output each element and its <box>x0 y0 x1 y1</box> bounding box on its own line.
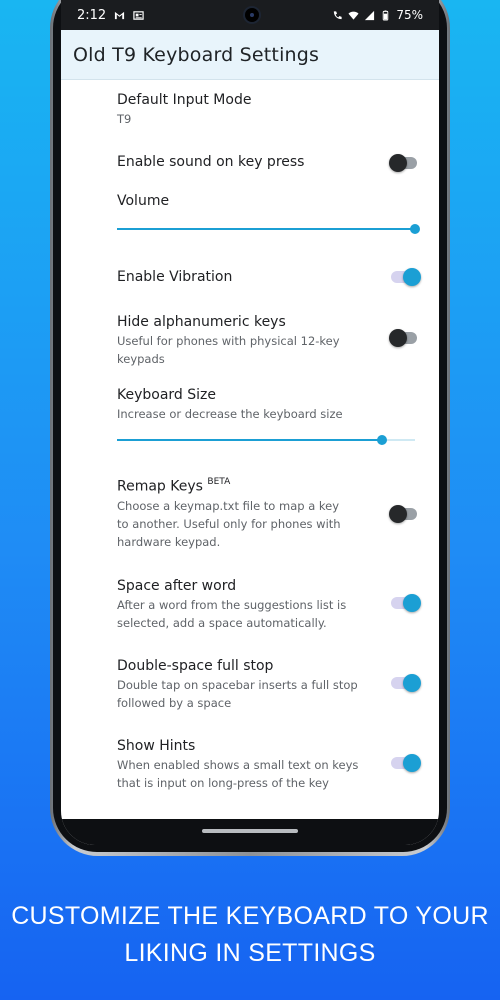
summary-line: to another. Useful only for phones with <box>117 516 341 531</box>
status-bar: 2:12 75% <box>61 0 439 30</box>
pref-summary: Increase or decrease the keyboard size <box>117 407 343 421</box>
summary-line: keypads <box>117 352 165 366</box>
battery-icon <box>383 9 389 21</box>
pref-double-space-full-stop[interactable]: Double-space full stop Double tap on spa… <box>117 658 423 712</box>
space-after-word-toggle[interactable] <box>391 594 421 612</box>
summary-line: that is input on long-press of the key <box>117 776 329 790</box>
hide-alphanumeric-toggle[interactable] <box>389 329 419 347</box>
pref-enable-sound[interactable]: Enable sound on key press <box>117 154 423 170</box>
pref-title: Hide alphanumeric keys <box>117 314 286 330</box>
signal-icon <box>365 10 375 20</box>
promo-caption: CUSTOMIZE THE KEYBOARD TO YOUR LIKING IN… <box>0 898 500 972</box>
call-icon <box>334 10 342 19</box>
pref-space-after-word[interactable]: Space after word After a word from the s… <box>117 578 423 632</box>
toggle-thumb <box>403 268 421 286</box>
summary-line: selected, add a space automatically. <box>117 616 327 630</box>
wifi-icon <box>348 11 359 20</box>
slider-fill <box>117 439 383 441</box>
vibration-toggle[interactable] <box>391 268 421 286</box>
remap-keys-toggle[interactable] <box>389 505 419 523</box>
pref-remap-keys[interactable]: Remap Keys BETA Choose a keymap.txt file… <box>117 477 423 551</box>
pref-hide-alphanumeric[interactable]: Hide alphanumeric keys Useful for phones… <box>117 314 423 368</box>
pref-title: Keyboard Size <box>117 387 216 403</box>
toggle-thumb <box>389 154 407 172</box>
summary-line: Double tap on spacebar inserts a full st… <box>117 678 358 692</box>
page-title: Old T9 Keyboard Settings <box>73 43 320 66</box>
pref-summary: When enabled shows a small text on keys … <box>117 756 423 792</box>
summary-line: When enabled shows a small text on keys <box>117 758 359 772</box>
pref-summary: T9 <box>117 112 132 126</box>
double-space-toggle[interactable] <box>391 674 421 692</box>
toggle-thumb <box>389 329 407 347</box>
status-time: 2:12 <box>77 7 107 23</box>
keyboard-size-slider[interactable] <box>117 433 415 447</box>
sound-toggle[interactable] <box>389 154 419 172</box>
phone-screen: 2:12 75% Old T9 Keyboard Settings Defaul… <box>61 0 439 845</box>
pref-volume: Volume <box>117 193 423 209</box>
remap-title-text: Remap Keys <box>117 478 203 495</box>
pref-summary: Choose a keymap.txt file to map a key to… <box>117 497 423 551</box>
pref-title: Remap Keys BETA <box>117 477 423 495</box>
show-hints-toggle[interactable] <box>391 754 421 772</box>
summary-line: followed by a space <box>117 696 232 710</box>
beta-badge: BETA <box>207 477 231 487</box>
pref-title: Volume <box>117 193 170 209</box>
pref-enable-vibration[interactable]: Enable Vibration <box>117 269 423 285</box>
pref-summary: After a word from the suggestions list i… <box>117 596 423 632</box>
news-icon <box>133 10 144 20</box>
toggle-thumb <box>403 594 421 612</box>
pref-title: Default Input Mode <box>117 92 252 108</box>
toggle-thumb <box>403 674 421 692</box>
caption-line: LIKING IN SETTINGS <box>124 939 376 967</box>
slider-knob[interactable] <box>377 435 388 445</box>
caption-line: CUSTOMIZE THE KEYBOARD TO YOUR <box>11 902 489 930</box>
front-camera <box>243 6 261 24</box>
pref-keyboard-size: Keyboard Size Increase or decrease the k… <box>117 387 423 423</box>
gmail-icon <box>115 11 125 19</box>
summary-line: After a word from the suggestions list i… <box>117 598 347 612</box>
toggle-thumb <box>389 505 407 523</box>
pref-title: Double-space full stop <box>117 658 274 674</box>
pref-title: Enable sound on key press <box>117 154 305 170</box>
summary-line: hardware keypad. <box>117 534 221 549</box>
pref-show-hints[interactable]: Show Hints When enabled shows a small te… <box>117 738 423 792</box>
pref-title: Show Hints <box>117 738 196 754</box>
volume-slider[interactable] <box>117 222 420 236</box>
settings-list: Default Input Mode T9 Enable sound on ke… <box>61 80 439 819</box>
summary-line: Choose a keymap.txt file to map a key <box>117 498 340 513</box>
home-gesture-handle[interactable] <box>202 829 298 833</box>
slider-knob[interactable] <box>410 224 420 234</box>
pref-title: Enable Vibration <box>117 269 233 285</box>
summary-line: Useful for phones with physical 12-key <box>117 334 340 348</box>
app-bar: Old T9 Keyboard Settings <box>61 30 439 80</box>
toggle-thumb <box>403 754 421 772</box>
pref-default-input-mode[interactable]: Default Input Mode T9 <box>117 92 423 128</box>
battery-level: 75% <box>396 8 423 22</box>
pref-summary: Double tap on spacebar inserts a full st… <box>117 676 423 712</box>
pref-title: Space after word <box>117 578 237 594</box>
slider-fill <box>117 228 415 230</box>
pref-summary: Useful for phones with physical 12-key k… <box>117 332 423 368</box>
